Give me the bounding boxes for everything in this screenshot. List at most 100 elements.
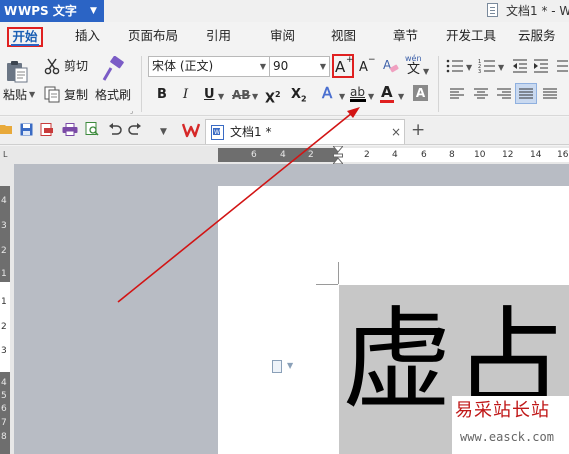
print-preview-icon[interactable] <box>85 122 100 137</box>
document-icon <box>487 3 498 17</box>
close-icon[interactable]: × <box>391 124 401 140</box>
ruler-tick-label: 2 <box>308 150 314 160</box>
ruler-tick-label: 14 <box>530 150 542 160</box>
redo-icon[interactable] <box>128 123 142 136</box>
new-tab-button[interactable]: + <box>411 120 425 140</box>
app-menu-button[interactable]: W WPS 文字 ▼ <box>0 0 104 22</box>
font-size-select[interactable]: 90 ▼ <box>269 56 330 77</box>
tab-cloud-service[interactable]: 云服务 <box>518 28 556 44</box>
copy-button[interactable]: 复制 <box>64 87 88 103</box>
clear-format-icon[interactable]: A <box>382 57 400 75</box>
align-center-icon[interactable] <box>474 87 488 101</box>
svg-text:3: 3 <box>478 69 481 74</box>
chevron-down-icon[interactable]: ▼ <box>368 89 374 105</box>
tab-home[interactable]: 开始 <box>7 27 43 47</box>
paragraph-options-icon[interactable] <box>272 360 282 373</box>
ruler-tick-label: 12 <box>502 150 514 160</box>
numbered-list-icon[interactable]: 123 <box>478 58 496 75</box>
text-effect-button[interactable]: A <box>322 85 333 102</box>
cut-button[interactable]: 剪切 <box>64 58 88 74</box>
ruler-tick-label: 4 <box>1 378 7 388</box>
tab-references[interactable]: 引用 <box>206 28 231 44</box>
tab-section[interactable]: 章节 <box>393 28 418 44</box>
superscript-button[interactable]: X2 <box>265 87 281 107</box>
document-tab-label: 文档1 * <box>230 125 272 139</box>
char-shading-button[interactable]: A <box>413 85 428 101</box>
document-icon: W <box>211 125 224 140</box>
superscript-label: X <box>265 91 276 107</box>
format-painter-button[interactable]: 格式刷 <box>95 87 131 103</box>
line-spacing-icon[interactable] <box>556 58 569 74</box>
highlight-color-swatch <box>350 99 366 102</box>
increase-indent-icon[interactable] <box>533 58 549 74</box>
title-bar: W WPS 文字 ▼ 文档1 * - W <box>0 0 569 22</box>
shrink-font-button[interactable]: A <box>359 60 368 76</box>
underline-button[interactable]: U <box>204 87 215 103</box>
ribbon-separator <box>438 56 439 112</box>
chevron-down-icon[interactable]: ▼ <box>466 60 472 76</box>
chevron-down-icon[interactable]: ▼ <box>252 89 258 105</box>
indent-marker-icon[interactable] <box>331 145 345 165</box>
customize-toolbar-icon[interactable]: ▼ <box>160 124 167 140</box>
margin-corner-mark <box>338 262 339 284</box>
ruler-tick-label: 4 <box>392 150 398 160</box>
italic-button[interactable]: I <box>183 87 188 103</box>
print-icon[interactable] <box>62 123 78 136</box>
ruler-tick-label: 4 <box>1 196 7 206</box>
export-pdf-icon[interactable] <box>40 123 54 136</box>
distributed-align-icon[interactable] <box>543 87 557 101</box>
tab-review[interactable]: 审阅 <box>270 28 295 44</box>
scissors-icon[interactable] <box>43 57 61 75</box>
open-folder-icon[interactable] <box>0 123 14 135</box>
strikethrough-button[interactable]: AB <box>232 87 250 103</box>
paste-button[interactable]: 粘贴 <box>3 87 27 103</box>
tab-view[interactable]: 视图 <box>331 28 356 44</box>
wps-home-icon[interactable] <box>181 122 201 138</box>
document-tab[interactable]: W 文档1 * × <box>205 119 405 144</box>
save-icon[interactable] <box>20 123 33 136</box>
bold-button[interactable]: B <box>157 87 167 103</box>
ruler-tick-label: 6 <box>1 404 7 414</box>
copy-icon[interactable] <box>43 85 61 103</box>
chevron-down-icon[interactable]: ▼ <box>398 89 404 105</box>
highlight-button[interactable]: ab <box>350 84 365 100</box>
font-color-button[interactable]: A <box>381 84 393 100</box>
margin-corner-mark <box>316 284 338 285</box>
tab-developer[interactable]: 开发工具 <box>446 28 496 44</box>
ruler-tick-label: 16 <box>557 150 569 160</box>
align-left-icon[interactable] <box>450 87 464 101</box>
ruler-tick-label: 2 <box>1 322 7 332</box>
font-name-value: 宋体 (正文) <box>152 59 214 73</box>
chevron-down-icon: ▼ <box>259 62 266 71</box>
font-name-select[interactable]: 宋体 (正文) ▼ <box>148 56 270 77</box>
chevron-down-icon[interactable]: ▼ <box>218 89 224 105</box>
grow-font-button[interactable]: A <box>335 58 345 76</box>
subscript-button[interactable]: X2 <box>291 87 307 108</box>
minus-icon: − <box>368 55 376 65</box>
tab-insert[interactable]: 插入 <box>75 28 100 44</box>
ruler-tick-label: 4 <box>280 150 286 160</box>
ruler-tick-label: 3 <box>1 221 7 231</box>
ruler-tick-label: 1 <box>1 269 7 279</box>
paste-dropdown-icon[interactable]: ▼ <box>29 87 35 103</box>
ruler-corner[interactable]: L <box>0 146 14 164</box>
ruler-tick-label: 1 <box>1 297 7 307</box>
decrease-indent-icon[interactable] <box>512 58 528 74</box>
ruler-tick-label: 6 <box>421 150 427 160</box>
svg-text:W: W <box>214 129 220 136</box>
tab-page-layout[interactable]: 页面布局 <box>128 28 178 44</box>
ruler-tick-label: 8 <box>1 432 7 442</box>
chevron-down-icon[interactable]: ▼ <box>498 60 504 76</box>
justify-button[interactable] <box>515 83 537 104</box>
wps-logo-icon: W <box>4 4 18 18</box>
chevron-down-icon[interactable]: ▼ <box>287 361 293 371</box>
format-painter-icon[interactable] <box>99 55 127 84</box>
align-right-icon[interactable] <box>497 87 511 101</box>
subscript-label: X <box>291 87 302 102</box>
phonetic-guide-button[interactable]: 文 <box>407 62 420 78</box>
bullet-list-icon[interactable] <box>446 58 464 74</box>
chevron-down-icon[interactable]: ▼ <box>339 89 345 105</box>
undo-icon[interactable] <box>108 123 122 136</box>
paste-icon[interactable] <box>4 58 30 84</box>
chevron-down-icon[interactable]: ▼ <box>423 64 429 80</box>
